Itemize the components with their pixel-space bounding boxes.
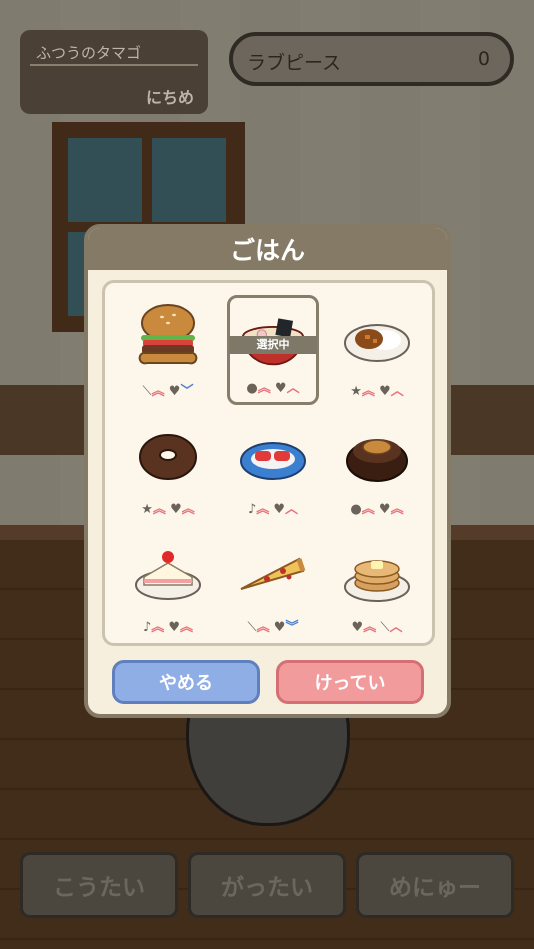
curry-rice-icon — [344, 324, 410, 362]
food-item-sushi[interactable]: ♪︽ ♥︿ — [227, 413, 319, 523]
food-stats: ★︽ ♥︽ — [141, 502, 195, 517]
selected-badge: 選択中 — [229, 336, 317, 354]
food-stats: ★︽ ♥︿ — [350, 384, 404, 399]
food-item-curry-rice[interactable]: ★︽ ♥︿ — [331, 295, 423, 405]
donut-icon — [139, 434, 197, 480]
love-piece-counter: ラブピース 0 — [229, 32, 514, 86]
pizza-icon — [240, 557, 306, 590]
menu-button[interactable]: めにゅー — [356, 852, 514, 918]
food-stats: ⟍︽ ♥﹀ — [142, 384, 194, 399]
food-item-hamburger[interactable]: ⟍︽ ♥﹀ — [122, 295, 214, 405]
egg-days: にちめ — [145, 88, 194, 107]
food-grid: ⟍︽ ♥﹀ 選択中 ●︽ ♥︿ ★︽ ♥︿ ★︽ ♥︽ ♪︽ ♥︿ ●︽ ♥︽ … — [102, 280, 435, 646]
hamburger-icon — [138, 304, 198, 365]
divider — [30, 64, 198, 66]
merge-button[interactable]: がったい — [188, 852, 346, 918]
food-stats: ⟍︽ ♥︾ — [247, 620, 299, 635]
food-stats: ●︽ ♥︽ — [350, 502, 404, 517]
food-stats: ♪︽ ♥︽ — [142, 620, 194, 635]
food-item-pizza[interactable]: ⟍︽ ♥︾ — [227, 531, 319, 641]
pancakes-icon — [344, 560, 410, 602]
food-stats: ●︽ ♥︿ — [246, 381, 300, 396]
confirm-button[interactable]: けってい — [276, 660, 424, 704]
cancel-button[interactable]: やめる — [112, 660, 260, 704]
dialog-title: ごはん — [229, 236, 305, 265]
food-dialog: ごはん ⟍︽ ♥﹀ 選択中 ●︽ ♥︿ ★︽ ♥︿ ★︽ ♥︽ ♪︽ ♥︿ ●︽… — [84, 224, 451, 718]
dialog-header: ごはん — [88, 228, 447, 270]
food-item-ramen[interactable]: 選択中 ●︽ ♥︿ — [227, 295, 319, 405]
love-piece-value: 0 — [477, 48, 490, 70]
egg-name: ふつうのタマゴ — [36, 44, 142, 62]
food-item-donut[interactable]: ★︽ ♥︽ — [122, 413, 214, 523]
food-stats: ♪︽ ♥︿ — [247, 502, 299, 517]
food-item-shortcake[interactable]: ♪︽ ♥︽ — [122, 531, 214, 641]
shortcake-icon — [135, 551, 201, 600]
egg-status-panel: ふつうのタマゴ にちめ — [20, 30, 208, 114]
food-item-chocolate-cake[interactable]: ●︽ ♥︽ — [331, 413, 423, 523]
sushi-icon — [240, 442, 306, 480]
food-item-pancakes[interactable]: ♥︽ ⟍︿ — [331, 531, 423, 641]
chocolate-cake-icon — [346, 439, 408, 482]
swap-button[interactable]: こうたい — [20, 852, 178, 918]
love-piece-label: ラブピース — [247, 52, 342, 74]
food-stats: ♥︽ ⟍︿ — [351, 620, 403, 635]
